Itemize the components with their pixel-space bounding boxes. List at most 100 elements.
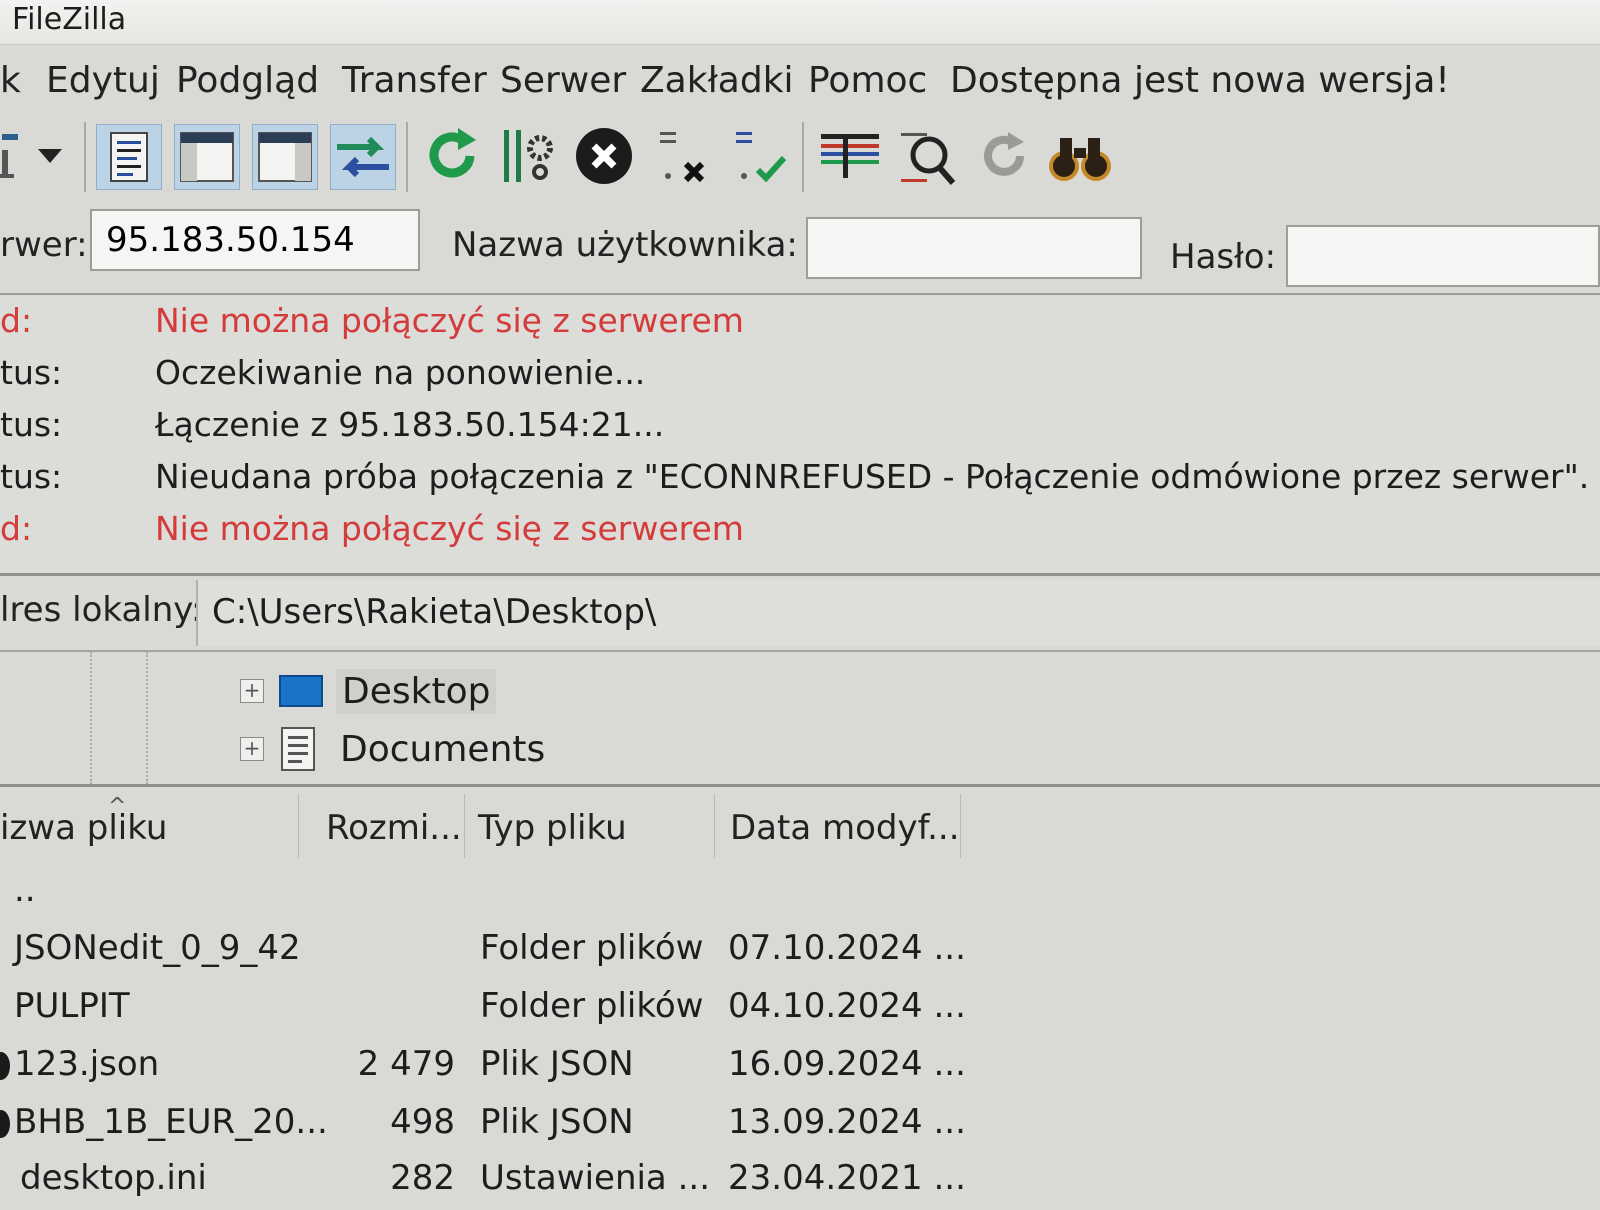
tree-guide-line [90,652,92,784]
quickconnect-bar: rwer: Nazwa użytkownika: Hasło: [0,205,1600,295]
refresh-icon[interactable] [420,124,484,188]
json-file-icon [0,1110,10,1138]
file-size: 282 [390,1158,455,1198]
tree-item-desktop[interactable]: + Desktop [240,664,497,718]
message-log-icon[interactable] [96,124,162,190]
column-separator [714,794,715,858]
search-icon[interactable] [896,124,960,188]
menu-new-version[interactable]: Dostępna jest nowa wersja! [950,60,1450,101]
find-files-icon[interactable] [1048,124,1112,188]
log-message: Nie można połączyć się z serwerem [155,509,744,548]
file-name: PULPIT [14,986,130,1026]
tree-item-documents[interactable]: + Documents [240,722,551,776]
menu-server[interactable]: Serwer [500,60,626,101]
cancel-icon[interactable] [572,124,636,188]
tree-item-label: Documents [340,728,546,770]
log-message: Nieudana próba połączenia z "ECONNREFUSE… [155,457,1590,496]
log-row: d: Nie można połączyć się z serwerem [0,301,1600,353]
file-date: 16.09.2024 ... [728,1044,966,1084]
expand-icon[interactable]: + [240,737,264,761]
sync-browse-icon[interactable] [972,124,1036,188]
title-bar: FileZilla [0,0,1600,45]
file-date: 23.04.2021 ... [728,1158,966,1198]
local-file-list: ^ izwa pliku Rozmi... Typ pliku Data mod… [0,788,1600,1200]
file-name: desktop.ini [20,1158,207,1198]
username-input[interactable] [806,217,1142,279]
local-path-input[interactable]: C:\Users\Rakieta\Desktop\ [196,580,1600,646]
local-address-bar: lres lokalny: C:\Users\Rakieta\Desktop\ [0,580,1600,652]
column-separator [960,794,961,858]
file-name: JSONedit_0_9_42 [14,928,301,968]
menu-edit[interactable]: Edytuj [46,60,160,101]
log-type: d: [0,509,33,548]
file-type: Folder plików [480,928,704,968]
file-name: .. [14,870,36,910]
toolbar-separator [802,122,804,192]
file-name: BHB_1B_EUR_20... [14,1102,328,1142]
password-input[interactable] [1286,225,1600,287]
log-row: tus: Oczekiwanie na ponowienie... [0,353,1600,405]
expand-icon[interactable]: + [240,679,264,703]
file-size: 2 479 [357,1044,455,1084]
host-label: rwer: [0,225,88,265]
file-type: Ustawienia ... [480,1158,710,1198]
message-log: d: Nie można połączyć się z serwerem tus… [0,297,1600,576]
local-tree-icon[interactable] [174,124,240,190]
log-message: Oczekiwanie na ponowienie... [155,353,646,392]
directory-compare-icon[interactable] [818,124,882,188]
column-header-size[interactable]: Rozmi... [326,808,462,848]
file-type: Plik JSON [480,1044,634,1084]
log-row: tus: Nieudana próba połączenia z "ECONNR… [0,457,1600,509]
file-type: Plik JSON [480,1102,634,1142]
filter-icon[interactable] [496,124,560,188]
transfer-queue-icon[interactable] [330,124,396,190]
log-type: tus: [0,353,63,392]
file-row[interactable]: desktop.ini 282 Ustawienia ... 23.04.202… [0,1152,1600,1210]
tree-item-label: Desktop [336,668,497,714]
column-separator [298,794,299,858]
file-row[interactable]: BHB_1B_EUR_20... 498 Plik JSON 13.09.202… [0,1096,1600,1154]
password-label: Hasło: [1170,237,1277,277]
file-row[interactable]: PULPIT Folder plików 04.10.2024 ... [0,980,1600,1038]
file-row-parent[interactable]: .. [0,864,1600,922]
file-list-header: ^ izwa pliku Rozmi... Typ pliku Data mod… [0,788,1600,864]
menu-transfer[interactable]: Transfer [342,60,487,101]
host-input[interactable] [90,209,420,271]
username-label: Nazwa użytkownika: [452,225,798,265]
menu-help[interactable]: Pomoc [808,60,927,101]
column-header-type[interactable]: Typ pliku [478,808,627,848]
json-file-icon [0,1052,10,1080]
toolbar-separator [84,122,86,192]
toolbar [0,112,1600,202]
file-name: 123.json [14,1044,160,1084]
desktop-folder-icon [279,675,323,707]
menu-bookmarks[interactable]: Zakładki [640,60,794,101]
menu-view[interactable]: Podgląd [176,60,319,101]
disconnect-icon[interactable] [650,124,714,188]
reconnect-icon[interactable] [726,124,790,188]
log-row: d: Nie można połączyć się z serwerem [0,509,1600,561]
log-message: Nie można połączyć się z serwerem [155,301,744,340]
log-type: d: [0,301,33,340]
tree-guide-line [146,652,148,784]
window-title: FileZilla [12,2,127,37]
toolbar-separator [406,122,408,192]
documents-folder-icon [281,727,315,771]
file-date: 13.09.2024 ... [728,1102,966,1142]
column-header-name[interactable]: izwa pliku [0,808,167,848]
log-message: Łączenie z 95.183.50.154:21... [155,405,665,444]
log-type: tus: [0,405,63,444]
file-size: 498 [390,1102,455,1142]
menu-file[interactable]: k [0,60,21,101]
file-row[interactable]: JSONedit_0_9_42 Folder plików 07.10.2024… [0,922,1600,980]
file-date: 07.10.2024 ... [728,928,966,968]
menu-bar: k Edytuj Podgląd Transfer Serwer Zakładk… [0,50,1600,112]
dropdown-arrow-icon[interactable] [30,124,70,188]
log-type: tus: [0,457,63,496]
file-row[interactable]: 123.json 2 479 Plik JSON 16.09.2024 ... [0,1038,1600,1096]
remote-tree-icon[interactable] [252,124,318,190]
log-row: tus: Łączenie z 95.183.50.154:21... [0,405,1600,457]
local-directory-tree: + Desktop + Documents [0,652,1600,787]
local-site-label: lres lokalny: [0,590,203,630]
column-header-date[interactable]: Data modyf... [730,808,960,848]
